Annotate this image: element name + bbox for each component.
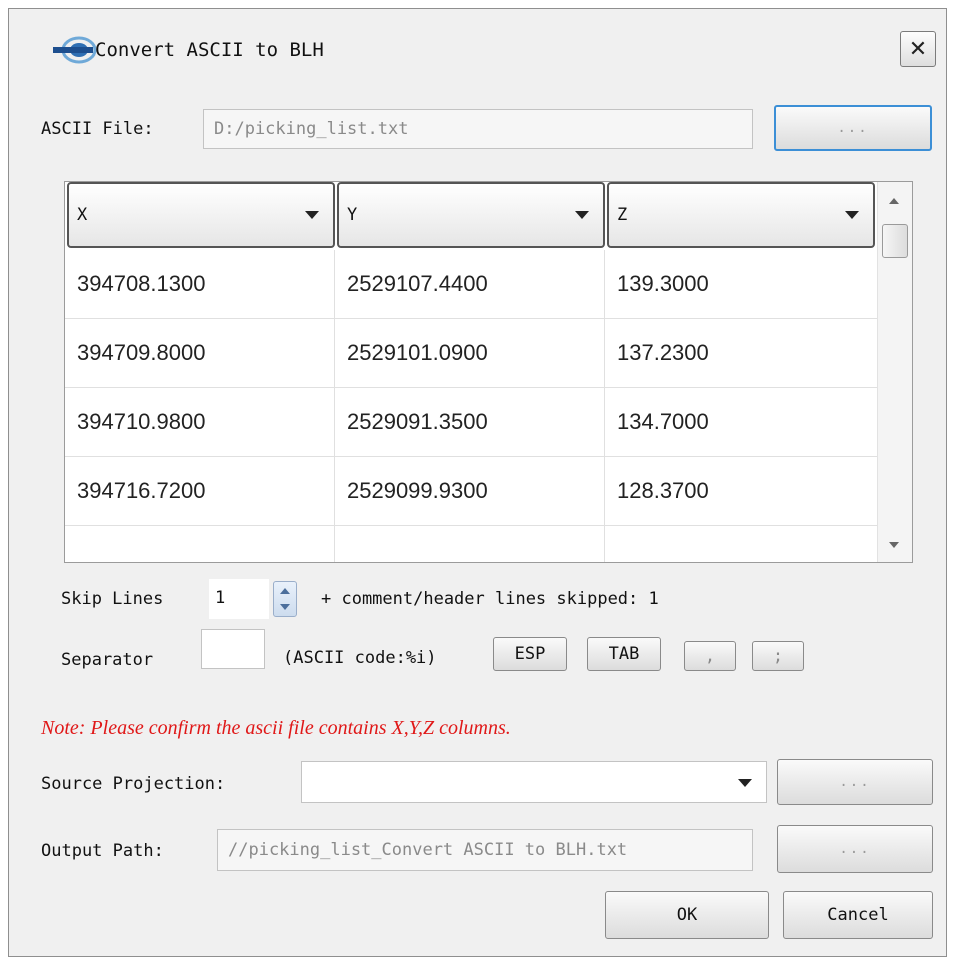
skip-lines-spinner[interactable] bbox=[273, 581, 297, 617]
dropdown-caret-icon bbox=[575, 211, 589, 219]
source-projection-label: Source Projection: bbox=[41, 774, 226, 794]
column-header-label: X bbox=[77, 205, 88, 225]
cell-x: 394716.7200 bbox=[65, 457, 335, 525]
dropdown-caret-icon bbox=[738, 779, 752, 787]
spin-up-icon[interactable] bbox=[280, 588, 290, 594]
scroll-down-icon[interactable] bbox=[889, 542, 899, 548]
ascii-file-browse-button[interactable]: ... bbox=[774, 105, 932, 151]
scrollbar-thumb[interactable] bbox=[882, 224, 908, 258]
cell-y: 2529101.0900 bbox=[335, 319, 605, 387]
cell-x: 394709.8000 bbox=[65, 319, 335, 387]
skipped-lines-info: + comment/header lines skipped: 1 bbox=[321, 589, 659, 609]
source-projection-select[interactable] bbox=[301, 761, 767, 803]
column-header-z[interactable]: Z bbox=[607, 182, 875, 248]
spin-down-icon[interactable] bbox=[280, 604, 290, 610]
cell-z: 137.2300 bbox=[617, 340, 709, 365]
data-preview-table: X Y Z 394708.1300 2529107.4400 139.3000 … bbox=[64, 181, 913, 563]
column-header-label: Y bbox=[347, 205, 358, 225]
cell-y bbox=[335, 526, 605, 562]
table-row[interactable]: 394708.1300 2529107.4400 139.3000 bbox=[65, 250, 878, 319]
ascii-file-label: ASCII File: bbox=[41, 119, 154, 139]
close-button[interactable]: ✕ bbox=[900, 31, 936, 67]
cell-z: 134.7000 bbox=[617, 409, 709, 434]
table-row[interactable]: 394716.7200 2529099.9300 128.3700 bbox=[65, 457, 878, 526]
source-projection-browse-button[interactable]: ... bbox=[777, 759, 933, 805]
cell-x: 394708.1300 bbox=[65, 250, 335, 318]
table-row[interactable] bbox=[65, 526, 878, 562]
cell-y: 2529091.3500 bbox=[335, 388, 605, 456]
ok-button[interactable]: OK bbox=[605, 891, 769, 939]
output-path-browse-button[interactable]: ... bbox=[777, 825, 933, 873]
scroll-up-icon[interactable] bbox=[889, 198, 899, 204]
cell-x: 394710.9800 bbox=[65, 388, 335, 456]
separator-input[interactable] bbox=[201, 629, 265, 669]
table-vertical-scrollbar[interactable] bbox=[877, 182, 912, 562]
separator-esp-button[interactable]: ESP bbox=[493, 637, 567, 671]
cell-z: 128.3700 bbox=[617, 478, 709, 503]
skip-lines-input[interactable]: 1 bbox=[209, 579, 269, 619]
column-header-x[interactable]: X bbox=[67, 182, 335, 248]
cell-y: 2529107.4400 bbox=[335, 250, 605, 318]
output-path-label: Output Path: bbox=[41, 841, 164, 861]
table-row[interactable]: 394710.9800 2529091.3500 134.7000 bbox=[65, 388, 878, 457]
title-bar: Convert ASCII to BLH ✕ bbox=[9, 9, 946, 89]
skip-lines-label: Skip Lines bbox=[61, 589, 164, 609]
convert-ascii-to-blh-dialog: Convert ASCII to BLH ✕ ASCII File: D:/pi… bbox=[8, 8, 947, 957]
close-icon: ✕ bbox=[908, 36, 928, 62]
separator-tab-button[interactable]: TAB bbox=[587, 637, 661, 671]
separator-semicolon-button[interactable]: ; bbox=[752, 641, 804, 671]
column-header-y[interactable]: Y bbox=[337, 182, 605, 248]
cell-z: 139.3000 bbox=[617, 271, 709, 296]
column-header-label: Z bbox=[617, 205, 628, 225]
cancel-button[interactable]: Cancel bbox=[783, 891, 933, 939]
cell-z bbox=[605, 526, 878, 562]
ascii-file-field[interactable]: D:/picking_list.txt bbox=[203, 109, 753, 149]
table-row[interactable]: 394709.8000 2529101.0900 137.2300 bbox=[65, 319, 878, 388]
window-title: Convert ASCII to BLH bbox=[95, 39, 324, 61]
dropdown-caret-icon bbox=[845, 211, 859, 219]
dropdown-caret-icon bbox=[305, 211, 319, 219]
ascii-code-label: (ASCII code:%i) bbox=[283, 648, 437, 668]
cell-y: 2529099.9300 bbox=[335, 457, 605, 525]
separator-label: Separator bbox=[61, 650, 154, 670]
separator-comma-button[interactable]: , bbox=[684, 641, 736, 671]
note-text: Note: Please confirm the ascii file cont… bbox=[41, 717, 511, 739]
cell-x bbox=[65, 526, 335, 562]
output-path-field[interactable]: //picking_list_Convert ASCII to BLH.txt bbox=[217, 829, 753, 871]
